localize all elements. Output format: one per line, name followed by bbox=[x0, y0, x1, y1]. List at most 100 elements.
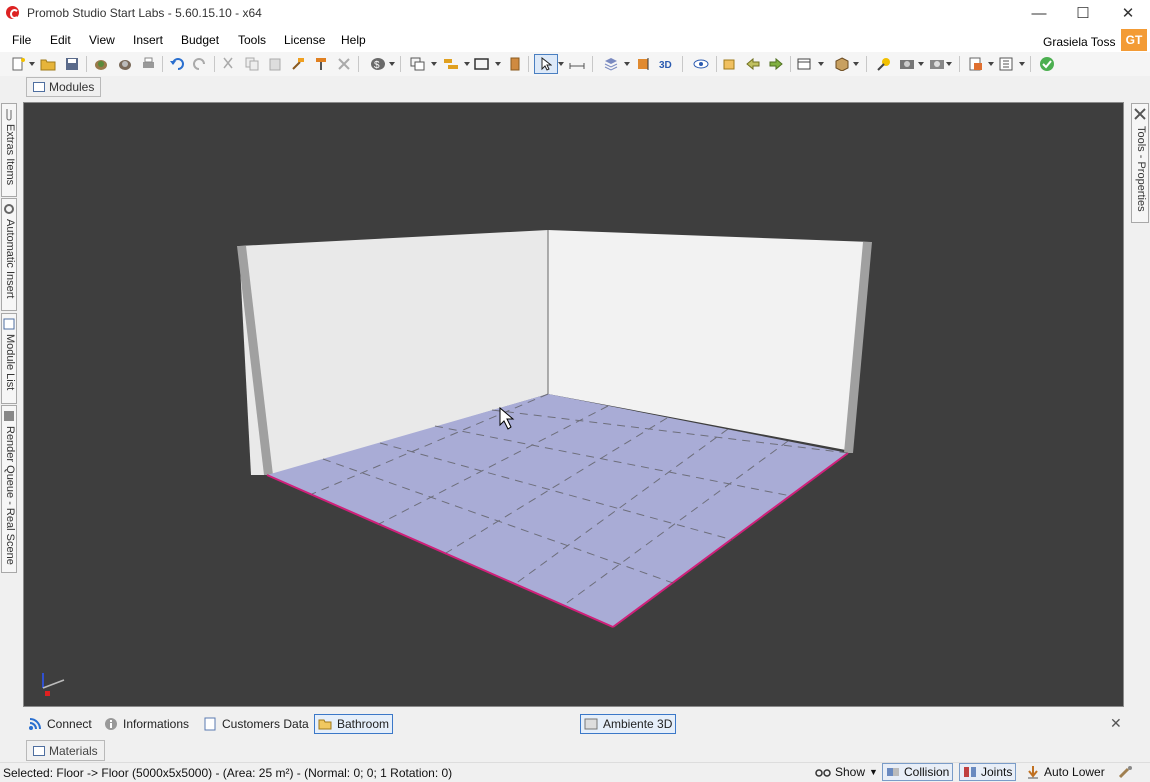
svg-text:3D: 3D bbox=[659, 60, 672, 71]
maximize-button[interactable]: ☐ bbox=[1060, 0, 1106, 26]
view-mode-icon[interactable] bbox=[796, 56, 812, 72]
select-group-icon[interactable] bbox=[410, 56, 426, 72]
paperclip-icon bbox=[6, 109, 12, 121]
tab-automatic-insert[interactable]: Automatic Insert bbox=[1, 198, 17, 311]
collision-icon bbox=[887, 768, 899, 776]
render-settings-icon[interactable] bbox=[117, 56, 133, 72]
tab-customers-data[interactable]: Customers Data bbox=[200, 714, 312, 734]
app-logo-icon bbox=[6, 6, 19, 19]
tab-ambiente-3d[interactable]: Ambiente 3D bbox=[580, 714, 677, 734]
cube-icon[interactable] bbox=[834, 56, 850, 72]
chevron-down-icon[interactable] bbox=[1019, 62, 1025, 66]
print-icon[interactable] bbox=[140, 56, 156, 72]
main-toolbar: $ 3D bbox=[0, 52, 1150, 76]
delete-icon[interactable] bbox=[336, 56, 352, 72]
list-view-icon[interactable] bbox=[999, 56, 1015, 72]
render-camera-icon[interactable] bbox=[929, 56, 945, 72]
chevron-down-icon[interactable] bbox=[431, 62, 437, 66]
room-scene[interactable] bbox=[24, 103, 1123, 706]
rectangle-icon[interactable] bbox=[474, 56, 490, 72]
camera-rotate-icon[interactable] bbox=[722, 56, 738, 72]
minimize-button[interactable]: — bbox=[1016, 0, 1062, 26]
report-icon[interactable] bbox=[968, 56, 984, 72]
chevron-down-icon[interactable] bbox=[918, 62, 924, 66]
show-button[interactable]: Show ▼ bbox=[812, 763, 881, 781]
checkmark-icon[interactable] bbox=[1039, 56, 1055, 72]
joints-toggle[interactable]: Joints bbox=[959, 763, 1017, 781]
light-icon[interactable] bbox=[876, 56, 892, 72]
measure-icon[interactable] bbox=[569, 56, 585, 72]
window-title: Promob Studio Start Labs - 5.60.15.10 - … bbox=[27, 6, 262, 20]
hammer-icon[interactable] bbox=[290, 56, 306, 72]
menu-license[interactable]: License bbox=[284, 33, 325, 47]
tab-modules[interactable]: Modules bbox=[26, 77, 102, 97]
tab-module-list[interactable]: Module List bbox=[1, 313, 17, 404]
chevron-down-icon[interactable] bbox=[29, 62, 35, 66]
settings-wrench-icon[interactable] bbox=[1115, 763, 1137, 781]
menu-insert[interactable]: Insert bbox=[133, 33, 163, 47]
tab-render-queue[interactable]: Render Queue - Real Scene bbox=[1, 405, 17, 573]
camera-icon[interactable] bbox=[899, 56, 915, 72]
close-button[interactable]: ✕ bbox=[1105, 0, 1150, 26]
arrow-left-icon[interactable] bbox=[745, 56, 761, 72]
document-icon bbox=[204, 717, 216, 731]
select-pointer-icon[interactable] bbox=[534, 54, 558, 74]
copy-icon[interactable] bbox=[244, 56, 260, 72]
chevron-down-icon[interactable] bbox=[818, 62, 824, 66]
viewport-3d[interactable] bbox=[23, 102, 1124, 707]
save-icon[interactable] bbox=[64, 56, 80, 72]
arrow-right-icon[interactable] bbox=[768, 56, 784, 72]
user-avatar[interactable]: GT bbox=[1121, 29, 1147, 51]
tools-icon bbox=[1134, 108, 1146, 120]
list-icon bbox=[3, 318, 15, 330]
user-name[interactable]: Grasiela Toss bbox=[1043, 35, 1115, 49]
chevron-down-icon[interactable] bbox=[389, 62, 395, 66]
eye-icon[interactable] bbox=[693, 56, 709, 72]
joints-label: Joints bbox=[981, 765, 1013, 779]
redo-icon[interactable] bbox=[192, 56, 208, 72]
paste-icon[interactable] bbox=[267, 56, 283, 72]
collision-toggle[interactable]: Collision bbox=[882, 763, 954, 781]
cut-icon[interactable] bbox=[220, 56, 236, 72]
tab-extras-items[interactable]: Extras Items bbox=[1, 103, 17, 197]
menu-file[interactable]: File bbox=[12, 33, 31, 47]
render-icon[interactable] bbox=[93, 56, 109, 72]
modules-icon bbox=[33, 82, 45, 92]
menu-help[interactable]: Help bbox=[341, 33, 366, 47]
tab-materials[interactable]: Materials bbox=[26, 740, 105, 761]
bottom-tab-bar: Connect Informations Customers Data Bath… bbox=[23, 712, 1127, 736]
chevron-down-icon[interactable] bbox=[558, 62, 564, 66]
chevron-down-icon[interactable] bbox=[464, 62, 470, 66]
chevron-down-icon[interactable] bbox=[495, 62, 501, 66]
tab-bathroom[interactable]: Bathroom bbox=[314, 714, 394, 734]
menu-view[interactable]: View bbox=[89, 33, 115, 47]
align-icon[interactable] bbox=[443, 56, 459, 72]
paint-roller-icon[interactable] bbox=[313, 56, 329, 72]
info-icon bbox=[105, 718, 117, 730]
close-icon[interactable]: ✕ bbox=[1110, 715, 1122, 732]
chevron-down-icon[interactable] bbox=[946, 62, 952, 66]
tab-render-queue-label: Render Queue - Real Scene bbox=[4, 426, 16, 565]
tab-informations[interactable]: Informations bbox=[101, 714, 192, 734]
menu-edit[interactable]: Edit bbox=[50, 33, 71, 47]
tab-tools-properties[interactable]: Tools - Properties bbox=[1131, 103, 1149, 223]
open-folder-icon[interactable] bbox=[40, 56, 56, 72]
status-selection-text: Selected: Floor -> Floor (5000x5x5000) -… bbox=[3, 766, 453, 780]
chevron-down-icon[interactable] bbox=[624, 62, 630, 66]
chevron-down-icon[interactable] bbox=[853, 62, 859, 66]
menu-budget[interactable]: Budget bbox=[181, 33, 219, 47]
arrow-down-icon bbox=[1028, 766, 1038, 779]
title-bar: Promob Studio Start Labs - 5.60.15.10 - … bbox=[0, 0, 1150, 26]
view-3d-icon[interactable]: 3D bbox=[658, 56, 674, 72]
layers-icon[interactable] bbox=[603, 56, 619, 72]
tab-connect[interactable]: Connect bbox=[25, 714, 95, 734]
chevron-down-icon[interactable] bbox=[988, 62, 994, 66]
joints-icon bbox=[964, 767, 976, 777]
budget-icon[interactable]: $ bbox=[370, 56, 386, 72]
auto-lower-toggle[interactable]: Auto Lower bbox=[1023, 763, 1108, 781]
new-file-icon[interactable] bbox=[10, 56, 26, 72]
dimension-icon[interactable] bbox=[635, 56, 651, 72]
door-icon[interactable] bbox=[507, 56, 523, 72]
menu-tools[interactable]: Tools bbox=[238, 33, 266, 47]
undo-icon[interactable] bbox=[168, 56, 184, 72]
